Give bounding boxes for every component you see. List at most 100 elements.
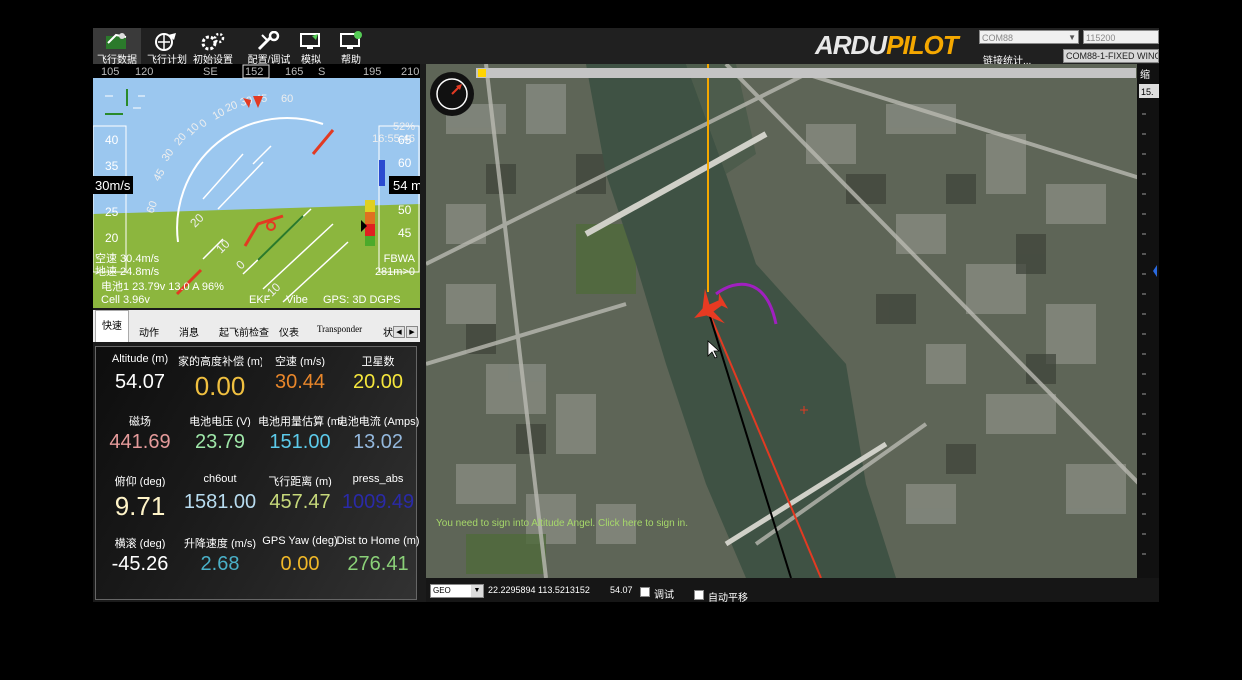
simulation-icon xyxy=(300,33,320,49)
vibe-status: Vibe xyxy=(286,294,308,306)
quick-cell-label: 空速 (m/s) xyxy=(274,356,326,367)
svg-text:50: 50 xyxy=(398,203,412,217)
compass-icon[interactable] xyxy=(430,72,474,116)
quick-cell-value: 1009.49 xyxy=(341,491,415,513)
port-select[interactable]: COM88 ▼ xyxy=(979,30,1079,44)
quick-cell[interactable]: ch6out 1581.00 xyxy=(178,473,262,514)
data-tabs: 快速 动作 消息 起飞前检查 仪表 Transponder 状 ◀ ▶ xyxy=(93,310,420,342)
quick-cell-value: 0.00 xyxy=(194,371,246,401)
mission-planner-window: 飞行数据 飞行计划 初始设置 配置/调试 模拟 帮助 ARDUPILOT COM… xyxy=(93,28,1159,602)
quick-cell-label: ch6out xyxy=(203,473,237,485)
speed-readout: 30m/s xyxy=(95,178,131,193)
heading-tick: SE xyxy=(203,66,218,78)
debug-checkbox[interactable] xyxy=(640,587,650,597)
battery-text: 电池1 23.79v 13.0 A 96% xyxy=(101,280,224,293)
quick-cell-value: -45.26 xyxy=(111,553,169,575)
tab-scroll-left[interactable]: ◀ xyxy=(393,326,405,338)
quick-cell[interactable]: 电池用量估算 (mAh) 151.00 xyxy=(258,413,342,454)
map-coordinates: 22.2295894 113.5213152 xyxy=(488,585,590,595)
port-value: COM88 xyxy=(982,33,1014,43)
map-altitude: 54.07 xyxy=(610,585,633,595)
quick-cell[interactable]: press_abs 1009.49 xyxy=(336,473,420,514)
quick-panel: Altitude (m) 54.07 家的高度补偿 (m) 0.00 空速 (m/s) 3… xyxy=(95,346,420,600)
quick-cell[interactable]: 家的高度补偿 (m) 0.00 xyxy=(178,353,262,402)
svg-text:25: 25 xyxy=(105,205,119,219)
heading-tick: 210 xyxy=(401,66,419,78)
tab-quick[interactable]: 快速 xyxy=(95,310,129,342)
quick-cell-label: press_abs xyxy=(352,473,404,485)
quick-cell-value: 54.07 xyxy=(114,371,166,393)
distance-text: 281m>0 xyxy=(375,266,415,278)
svg-text:60: 60 xyxy=(281,93,293,105)
tab-transponder[interactable]: Transponder xyxy=(317,324,362,334)
quick-cell[interactable]: GPS Yaw (deg) 0.00 xyxy=(258,535,342,576)
quick-cell[interactable]: 升降速度 (m/s) 2.68 xyxy=(178,535,262,576)
map-track-bar[interactable] xyxy=(476,68,1136,78)
quick-cell-label: Altitude (m) xyxy=(111,353,169,365)
flight-mode-text: FBWA xyxy=(384,253,416,265)
tab-messages[interactable]: 消息 xyxy=(179,324,199,339)
coord-system-value: GEO xyxy=(433,586,451,595)
quick-cell[interactable]: 飞行距离 (m) 457.47 xyxy=(258,473,342,514)
chevron-down-icon: ▼ xyxy=(471,585,483,597)
svg-text:60: 60 xyxy=(398,156,412,170)
quick-cell-label: 飞行距离 (m) xyxy=(268,476,332,487)
quick-cell-value: 13.02 xyxy=(352,431,404,453)
altitude-angel-notice[interactable]: You need to sign into Altitude Angel. Cl… xyxy=(436,518,688,529)
svg-text:40: 40 xyxy=(105,133,119,147)
quick-cell[interactable]: 磁场 441.69 xyxy=(98,413,182,454)
quick-cell-label: 电池电流 (Amps) xyxy=(336,416,420,427)
svg-text:45: 45 xyxy=(398,226,412,240)
autopan-checkbox[interactable] xyxy=(694,590,704,600)
quick-cell[interactable]: Altitude (m) 54.07 xyxy=(98,353,182,394)
coord-system-select[interactable]: GEO ▼ xyxy=(430,584,484,598)
quick-cell-value: 441.69 xyxy=(109,431,171,453)
svg-text:20: 20 xyxy=(105,231,119,245)
quick-cell-value: 2.68 xyxy=(200,553,240,575)
quick-cell-label: 横滚 (deg) xyxy=(114,538,166,549)
map-view[interactable]: 缩 15. You need to sign into Altitude Ang… xyxy=(426,64,1159,578)
mav-select[interactable]: COM88-1-FIXED WING xyxy=(1063,49,1159,63)
debug-label: 调试 xyxy=(654,590,674,601)
tab-status[interactable]: 状 xyxy=(383,324,393,339)
quick-cell-label: Dist to Home (m) xyxy=(336,535,420,547)
heading-tick: 195 xyxy=(363,66,381,78)
ekf-status: EKF xyxy=(249,294,271,306)
tab-scroll-right[interactable]: ▶ xyxy=(406,326,418,338)
menu-help[interactable]: 帮助 xyxy=(327,28,375,66)
baud-value: 115200 xyxy=(1086,33,1116,43)
tab-actions[interactable]: 动作 xyxy=(139,324,159,339)
quick-cell[interactable]: Dist to Home (m) 276.41 xyxy=(336,535,420,576)
autopan-label: 自动平移 xyxy=(708,593,748,602)
altitude-readout: 54 m xyxy=(393,178,420,193)
top-menu-bar: 飞行数据 飞行计划 初始设置 配置/调试 模拟 帮助 ARDUPILOT COM… xyxy=(93,28,1159,67)
menu-initial-setup[interactable]: 初始设置 xyxy=(189,28,237,66)
heading-tick: 120 xyxy=(135,66,153,78)
menu-flight-data[interactable]: 飞行数据 xyxy=(93,28,141,66)
initial-setup-icon xyxy=(201,32,225,51)
hud-battery-pct: 52% xyxy=(393,121,415,133)
quick-cell[interactable]: 空速 (m/s) 30.44 xyxy=(258,353,342,394)
help-icon xyxy=(340,31,362,49)
groundspeed-text: 地速 24.8m/s xyxy=(95,265,160,278)
heading-tick: 105 xyxy=(101,66,119,78)
quick-cell-value: 0.00 xyxy=(280,553,320,575)
quick-cell[interactable]: 卫星数 20.00 xyxy=(336,353,420,394)
quick-cell-value: 151.00 xyxy=(269,431,331,453)
quick-cell-value: 276.41 xyxy=(347,553,409,575)
cell-text: Cell 3.96v xyxy=(101,294,150,306)
menu-flight-plan[interactable]: 飞行计划 xyxy=(143,28,191,66)
baud-select[interactable]: 115200 xyxy=(1083,30,1159,44)
quick-cell[interactable]: 俯仰 (deg) 9.71 xyxy=(98,473,182,522)
quick-cell-label: GPS Yaw (deg) xyxy=(262,535,338,547)
quick-cell[interactable]: 横滚 (deg) -45.26 xyxy=(98,535,182,576)
chevron-down-icon: ▼ xyxy=(1068,33,1076,42)
gps-status: GPS: 3D DGPS xyxy=(323,294,401,306)
quick-cell-value: 20.00 xyxy=(352,371,404,393)
zoom-value: 15. xyxy=(1141,87,1154,97)
quick-cell-value: 30.44 xyxy=(274,371,326,393)
quick-cell[interactable]: 电池电流 (Amps) 13.02 xyxy=(336,413,420,454)
tab-gauges[interactable]: 仪表 xyxy=(279,324,299,339)
tab-preflight[interactable]: 起飞前检查 xyxy=(219,324,269,339)
quick-cell[interactable]: 电池电压 (V) 23.79 xyxy=(178,413,262,454)
